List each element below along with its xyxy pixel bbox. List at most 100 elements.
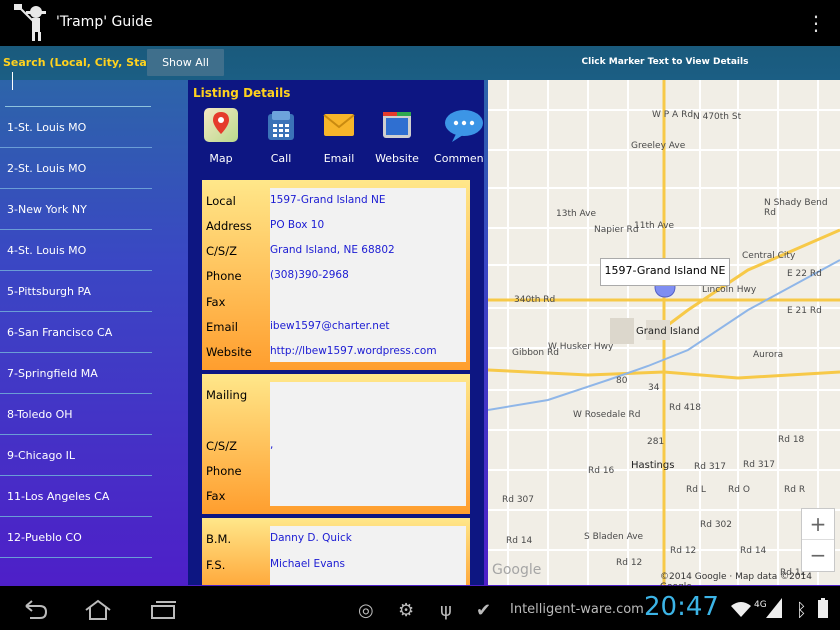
battery-icon (818, 598, 828, 618)
map-icon (204, 108, 238, 142)
zoom-out-button[interactable]: − (802, 540, 834, 570)
list-item[interactable]: 2-St. Louis MO (0, 148, 152, 189)
row-label: B.M. (206, 532, 232, 546)
row-value: Grand Island, NE 68802 (270, 244, 395, 256)
row-value: Danny D. Quick (270, 532, 352, 544)
road-label: 34 (648, 383, 660, 393)
row-label: Phone (206, 464, 242, 478)
road-label: E 22 Rd (787, 269, 822, 279)
row-value: 1597-Grand Island NE (270, 194, 386, 206)
row-label: F.S. (206, 558, 226, 572)
contact-card: Local 1597-Grand Island NE Address PO Box … (202, 180, 470, 370)
map-view[interactable]: W P A Rd N 470th St Greeley Ave 13th Ave… (488, 80, 840, 585)
email-icon (322, 108, 356, 142)
road-label: Lincoln Hwy (702, 285, 757, 295)
app-title: 'Tramp' Guide (56, 14, 153, 30)
city-label: Hastings (631, 460, 675, 471)
home-icon[interactable] (84, 599, 112, 621)
road-label: W Rosedale Rd (573, 410, 641, 420)
marker-callout[interactable]: 1597-Grand Island NE (600, 258, 730, 286)
back-icon[interactable] (20, 600, 48, 620)
overflow-menu-icon[interactable]: ⋮ (806, 10, 826, 36)
road-label: 11th Ave (634, 221, 675, 231)
road-label: Rd 14 (506, 536, 533, 546)
list-item[interactable]: 7-Springfield MA (0, 353, 152, 394)
website-value[interactable]: http://lbew1597.wordpress.com (270, 345, 437, 357)
action-label: Email (323, 152, 355, 165)
search-label: Search (Local, City, State) (3, 56, 165, 69)
text-caret (12, 72, 13, 90)
road-label: Rd L (686, 485, 706, 495)
list-item[interactable]: 5-Pittsburgh PA (0, 271, 152, 312)
android-debug-icon: ⚙ (398, 600, 415, 621)
row-label: C/S/Z (206, 244, 237, 258)
action-label: Website (375, 152, 419, 165)
row-label: Fax (206, 489, 226, 503)
listing-details-panel: Listing Details Map Call Email Website C… (188, 80, 484, 585)
road-label: Central City (742, 251, 796, 261)
phone-icon (264, 108, 298, 142)
road-label: N 470th St (693, 112, 742, 122)
tramp-logo-icon[interactable] (14, 4, 50, 42)
mailing-values-bg (270, 382, 466, 506)
road-label: Greeley Ave (631, 141, 686, 151)
road-label: S Bladen Ave (584, 532, 644, 542)
list-item[interactable]: 8-Toledo OH (0, 394, 152, 435)
signal-icon (766, 598, 782, 618)
google-logo: Google (492, 562, 542, 578)
road-label: E 21 Rd (787, 306, 822, 316)
comment-action[interactable]: Comment (426, 108, 484, 165)
map-action[interactable]: Map (192, 108, 250, 165)
search-input[interactable] (5, 80, 151, 107)
officers-card: B.M. Danny D. Quick F.S. Michael Evans (202, 518, 470, 585)
comment-icon (444, 108, 483, 142)
road-label: Rd 16 (588, 466, 615, 476)
row-label: Email (206, 320, 238, 334)
road-label: Rd 302 (700, 520, 733, 530)
zoom-in-button[interactable]: + (802, 509, 834, 540)
wifi-icon (731, 602, 751, 617)
show-all-button[interactable]: Show All (147, 49, 224, 76)
road-label: Aurora (753, 350, 784, 360)
mailing-card: Mailing C/S/Z, Phone Fax (202, 374, 470, 514)
website-action[interactable]: Website (368, 108, 426, 165)
gps-icon: ◎ (358, 600, 374, 621)
row-label: Website (206, 345, 252, 359)
road-label: 340th Rd (514, 295, 556, 305)
list-item[interactable]: 12-Pueblo CO (0, 517, 152, 558)
road-label: N Shady Bend Rd (764, 198, 828, 218)
road-label: Rd 418 (669, 403, 702, 413)
network-type: 4G (754, 600, 767, 610)
list-item[interactable]: 6-San Francisco CA (0, 312, 152, 353)
road-label: W P A Rd (652, 110, 694, 120)
row-label: C/S/Z (206, 439, 237, 453)
row-label: Phone (206, 269, 242, 283)
call-action[interactable]: Call (252, 108, 310, 165)
phone-value[interactable]: (308)390-2968 (270, 269, 349, 281)
usb-icon: ψ (440, 600, 452, 621)
clipboard-check-icon: ✔ (476, 600, 492, 621)
website-icon (380, 108, 414, 142)
email-value[interactable]: ibew1597@charter.net (270, 320, 390, 332)
road-label: 281 (647, 437, 665, 447)
panel-title: Listing Details (193, 86, 291, 100)
brand-text: Intelligent-ware.com (510, 602, 644, 617)
bluetooth-icon: ᛒ (796, 600, 807, 621)
list-item[interactable]: 4-St. Louis MO (0, 230, 152, 271)
list-item[interactable]: 11-Los Angeles CA (0, 476, 152, 517)
row-label: Local (206, 194, 236, 208)
list-item[interactable]: 1-St. Louis MO (0, 107, 152, 148)
road-label: Rd 307 (502, 495, 535, 505)
row-value: Michael Evans (270, 558, 345, 570)
recent-apps-icon[interactable] (150, 600, 178, 620)
list-item[interactable]: 3-New York NY (0, 189, 152, 230)
road-label: Rd R (784, 485, 806, 495)
road-label: Rd 12 (616, 558, 643, 568)
road-label: 80 (616, 376, 628, 386)
zoom-controls: + − (801, 508, 835, 572)
email-action[interactable]: Email (310, 108, 368, 165)
list-item[interactable]: 9-Chicago IL (0, 435, 152, 476)
row-label: Fax (206, 295, 226, 309)
road-label: Rd 14 (740, 546, 767, 556)
row-value: PO Box 10 (270, 219, 325, 231)
